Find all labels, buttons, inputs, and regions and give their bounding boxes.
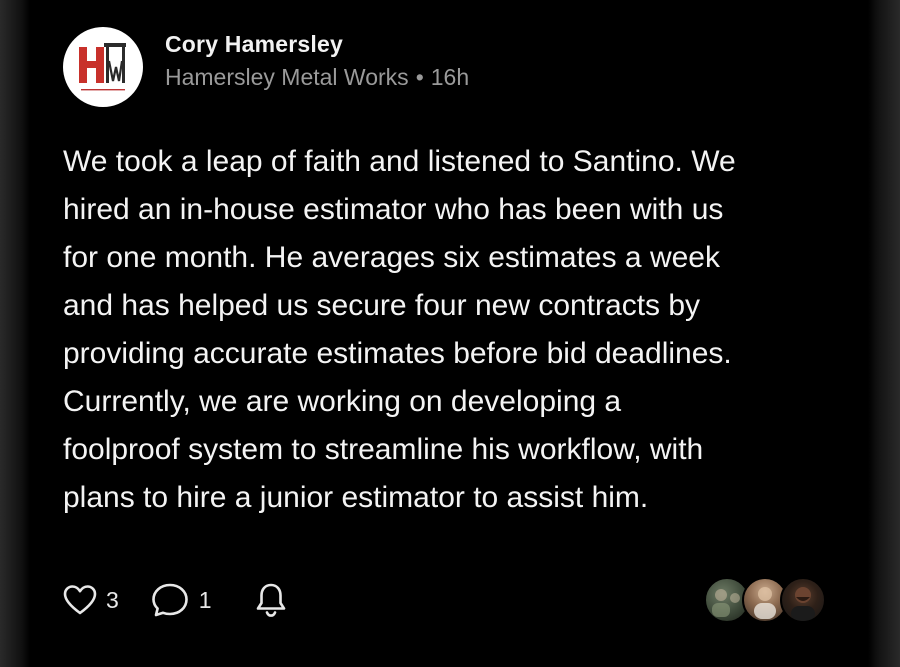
heart-icon	[63, 584, 97, 616]
like-count: 3	[106, 586, 119, 613]
author-name[interactable]: Cory Hamersley	[165, 31, 343, 58]
reactor-avatars[interactable]	[704, 577, 834, 623]
post-card: Cory Hamersley Hamersley Metal Works • 16h…	[30, 0, 868, 660]
post-body-line: and has helped us secure four new contra…	[63, 289, 701, 322]
comment-button[interactable]: 1	[150, 582, 212, 618]
post-body-line: providing accurate estimates before bid …	[63, 337, 732, 370]
like-button[interactable]: 3	[63, 584, 119, 616]
post-actions: 3 1	[63, 578, 288, 622]
post-body-line: We took a leap of faith and listened to …	[63, 145, 736, 178]
post-body-line: plans to hire a junior estimator to assi…	[63, 481, 649, 514]
post-body-line: for one month. He averages six estimates…	[63, 241, 720, 274]
post-timestamp[interactable]: 16h	[431, 64, 469, 90]
comment-count: 1	[198, 586, 212, 613]
post-body-line: foolproof system to streamline his workf…	[63, 433, 704, 466]
meta-separator: •	[415, 64, 424, 90]
reactor-avatar[interactable]	[780, 577, 826, 623]
company-name[interactable]: Hamersley Metal Works	[165, 64, 409, 90]
post-body: We took a leap of faith and listened to …	[63, 138, 843, 522]
author-avatar[interactable]	[63, 27, 143, 107]
post-meta: Hamersley Metal Works • 16h	[165, 64, 469, 91]
hamersley-metal-works-logo-icon	[79, 43, 126, 91]
screen-frame: Cory Hamersley Hamersley Metal Works • 16h…	[0, 0, 900, 667]
notify-button[interactable]	[254, 582, 288, 618]
post-body-line: hired an in-house estimator who has been…	[63, 193, 724, 226]
post-body-line: Currently, we are working on developing …	[63, 385, 622, 418]
bell-icon	[254, 582, 288, 618]
comment-bubble-icon	[150, 582, 190, 618]
